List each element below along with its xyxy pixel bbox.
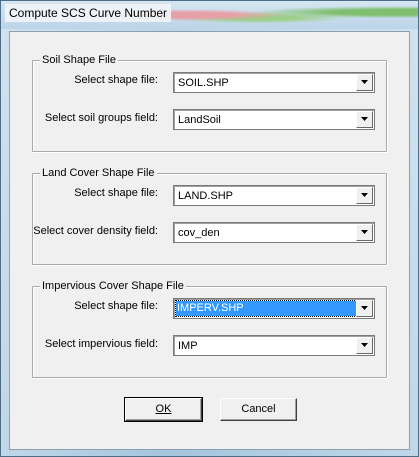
land-field-combo[interactable]: cov_den <box>173 222 375 243</box>
soil-shape-combo[interactable]: SOIL.SHP <box>173 72 375 93</box>
land-field-value: cov_den <box>178 227 220 239</box>
soil-shape-group: Soil Shape File Select shape file: SOIL.… <box>32 53 387 152</box>
window-title: Compute SCS Curve Number <box>5 4 172 22</box>
chevron-down-icon[interactable] <box>356 74 373 91</box>
cancel-button[interactable]: Cancel <box>220 398 297 421</box>
land-shape-value: LAND.SHP <box>178 190 234 202</box>
imperv-shape-label: Select shape file: <box>74 300 158 312</box>
soil-group-legend: Soil Shape File <box>40 53 118 67</box>
land-shape-combo[interactable]: LAND.SHP <box>173 185 375 206</box>
imperv-field-value: IMP <box>178 340 198 352</box>
land-cover-group: Land Cover Shape File Select shape file:… <box>32 166 387 265</box>
soil-shape-label: Select shape file: <box>74 74 158 86</box>
cancel-button-label: Cancel <box>241 403 276 415</box>
imperv-shape-value: IMPERV.SHP <box>175 300 357 317</box>
impervious-cover-group: Impervious Cover Shape File Select shape… <box>32 279 387 378</box>
chevron-down-icon[interactable] <box>356 224 373 241</box>
soil-field-combo[interactable]: LandSoil <box>173 109 375 130</box>
soil-field-label: Select soil groups field: <box>44 112 158 124</box>
land-field-label: Select cover density field: <box>33 225 158 237</box>
chevron-down-icon[interactable] <box>356 187 373 204</box>
imperv-group-legend: Impervious Cover Shape File <box>40 279 186 293</box>
imperv-shape-combo[interactable]: IMPERV.SHP <box>173 298 375 319</box>
soil-field-value: LandSoil <box>178 114 221 126</box>
imperv-field-label: Select impervious field: <box>44 338 158 350</box>
dialog-window: Compute SCS Curve Number Soil Shape File… <box>0 0 419 457</box>
soil-shape-value: SOIL.SHP <box>178 77 229 89</box>
land-shape-label: Select shape file: <box>74 187 158 199</box>
chevron-down-icon[interactable] <box>356 111 373 128</box>
ok-button[interactable]: OK <box>124 397 203 422</box>
dialog-client-area: Soil Shape File Select shape file: SOIL.… <box>9 31 410 450</box>
chevron-down-icon[interactable] <box>356 337 373 354</box>
ok-button-label: OK <box>155 403 172 415</box>
chevron-down-icon[interactable] <box>356 300 373 317</box>
land-group-legend: Land Cover Shape File <box>40 166 157 180</box>
title-bar[interactable]: Compute SCS Curve Number <box>1 1 418 29</box>
imperv-field-combo[interactable]: IMP <box>173 335 375 356</box>
